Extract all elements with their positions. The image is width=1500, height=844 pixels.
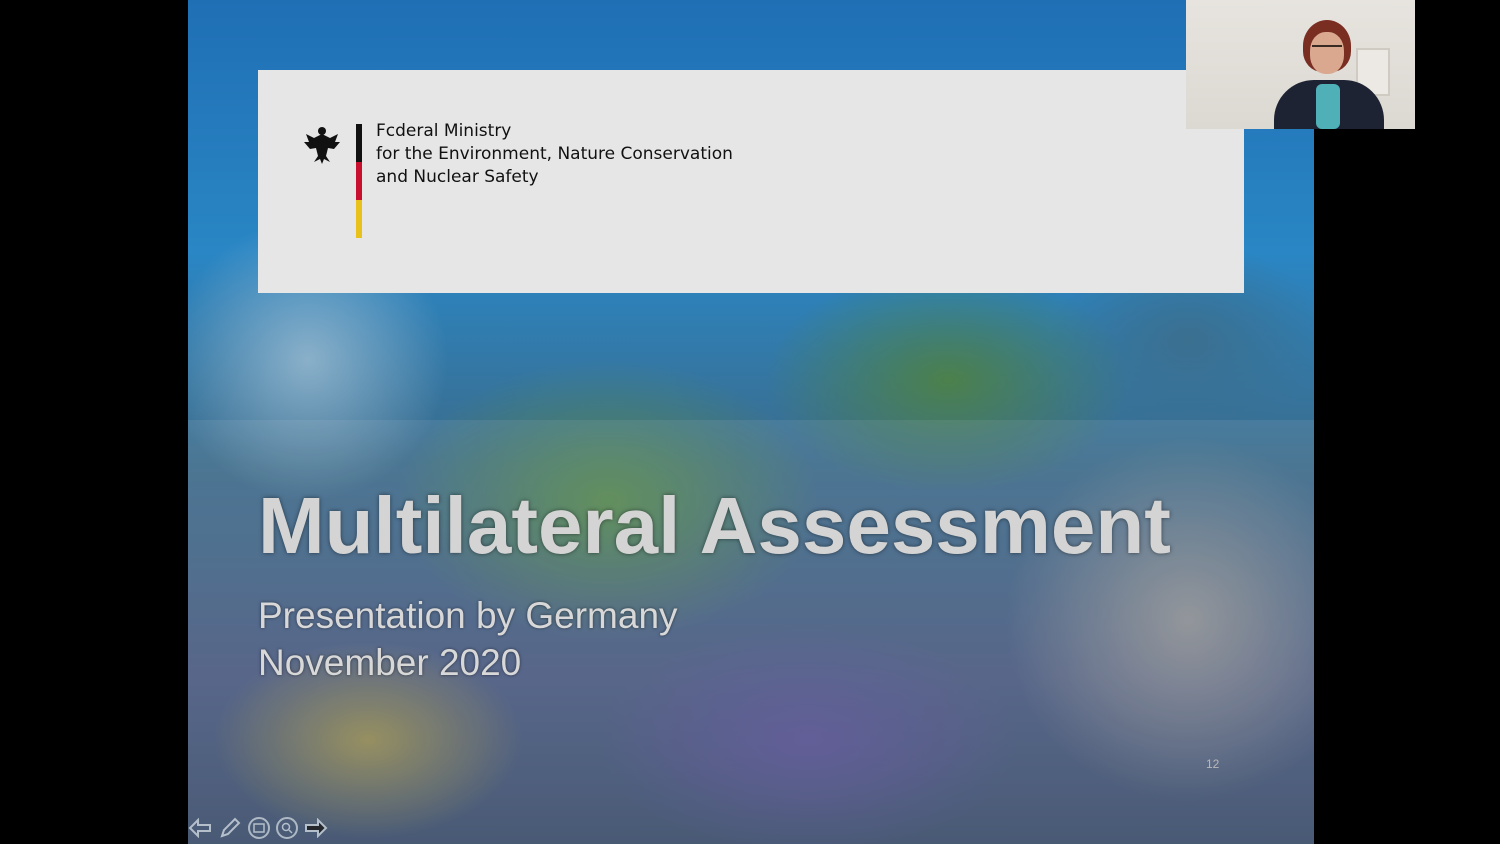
ministry-line-1: Fcderal Ministry (376, 121, 512, 141)
zoom-icon (281, 822, 293, 834)
arrow-right-icon (305, 818, 328, 838)
flag-stripe-red (356, 162, 362, 200)
next-slide-button[interactable] (304, 816, 328, 840)
subtitle-line-1: Presentation by Germany (258, 595, 678, 636)
subtitle-line-2: November 2020 (258, 642, 522, 683)
zoom-button[interactable] (276, 817, 298, 839)
arrow-left-icon (188, 818, 211, 838)
slides-icon (253, 823, 265, 833)
presenter-shirt (1316, 84, 1340, 129)
presenter-glasses (1312, 45, 1342, 53)
ministry-line-3: and Nuclear Safety (376, 167, 539, 187)
pen-icon (220, 817, 241, 838)
ministry-header-box: Fcderal Ministry for the Environment, Na… (258, 70, 1244, 293)
ministry-name: Fcderal Ministry for the Environment, Na… (376, 120, 796, 189)
federal-eagle-icon (304, 127, 340, 164)
ministry-line-2: for the Environment, Nature Conservation (376, 144, 733, 164)
pen-tool-button[interactable] (218, 816, 242, 840)
slides-view-button[interactable] (248, 817, 270, 839)
flag-stripe-gold (356, 200, 362, 238)
german-flag-bar (356, 124, 362, 238)
previous-slide-button[interactable] (188, 816, 212, 840)
slide-number: 12 (1206, 757, 1220, 771)
webcam-feed (1186, 0, 1415, 129)
slideshow-toolbar (188, 814, 328, 842)
flag-stripe-black (356, 124, 362, 162)
slide-title: Multilateral Assessment (258, 481, 1171, 570)
slide-subtitle: Presentation by Germany November 2020 (258, 592, 678, 686)
presentation-slide: Fcderal Ministry for the Environment, Na… (188, 0, 1314, 844)
presenter-face (1310, 32, 1344, 74)
